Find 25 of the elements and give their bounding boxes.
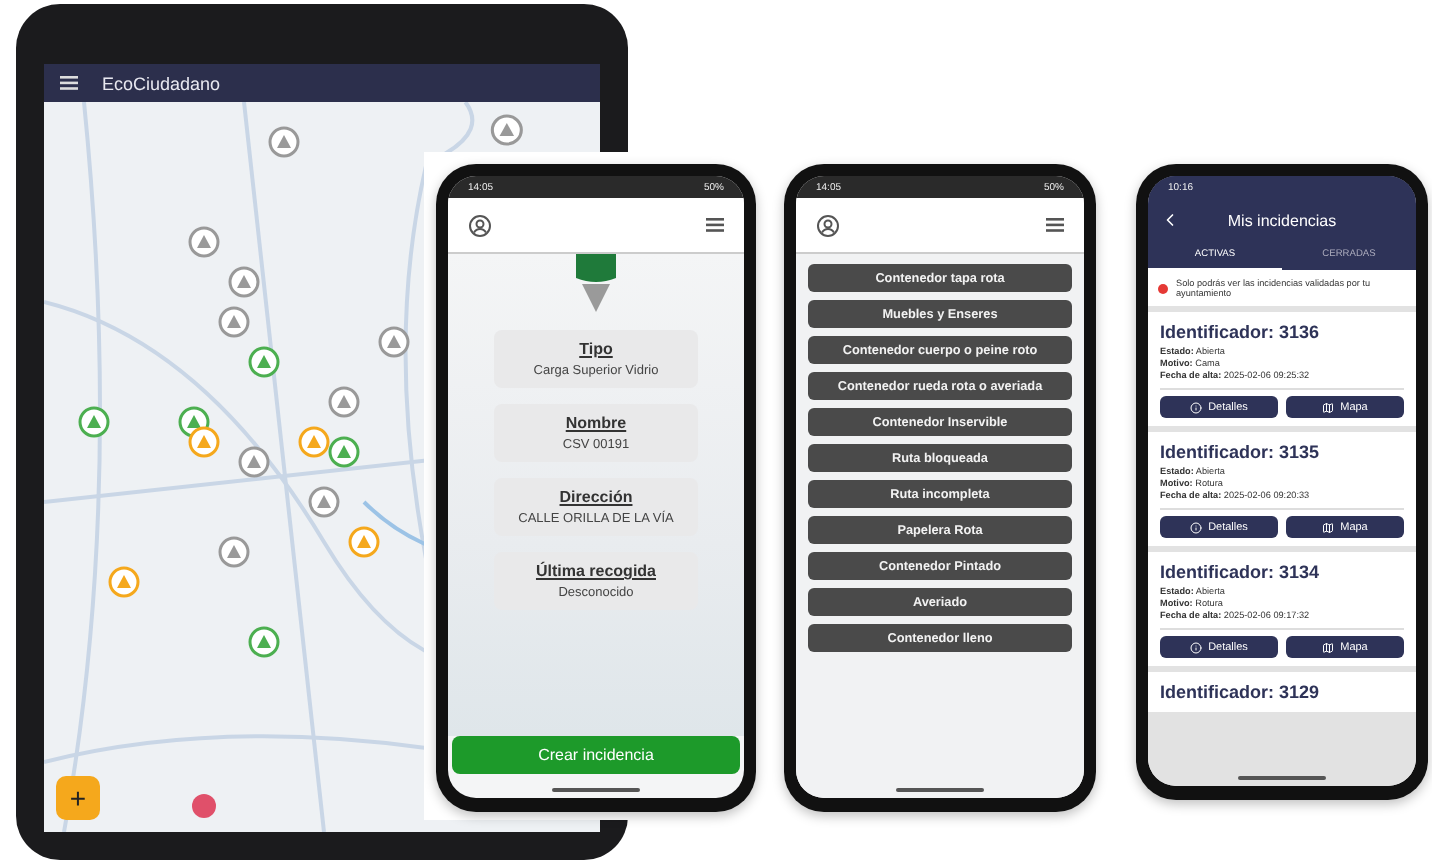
create-incident-button[interactable]: Crear incidencia: [452, 736, 740, 774]
info-icon: [1190, 521, 1203, 533]
menu-icon[interactable]: [60, 76, 78, 90]
user-icon[interactable]: [816, 213, 840, 237]
container-pin-icon: [570, 254, 622, 314]
user-icon[interactable]: [468, 213, 492, 237]
incident-id: Identificador: 3135: [1160, 442, 1322, 462]
map-icon: [1322, 521, 1335, 533]
map-icon: [1322, 641, 1335, 653]
alert-icon: [1158, 283, 1168, 293]
menu-icon[interactable]: [1046, 218, 1064, 232]
add-button[interactable]: +: [56, 776, 100, 820]
field-label: Tipo: [579, 340, 613, 358]
field-label: Nombre: [565, 414, 627, 432]
screen-title: Mis incidencias: [1225, 211, 1339, 229]
field-label: Dirección: [559, 488, 633, 506]
incident-id: Identificador: 3129: [1160, 682, 1322, 702]
app-title: EcoCiudadano: [102, 73, 221, 93]
info-icon: [1190, 401, 1203, 413]
incident-id: Identificador: 3136: [1160, 322, 1322, 342]
field-label: Última recogida: [535, 562, 656, 580]
map-icon: [1322, 401, 1335, 413]
info-icon: [1190, 641, 1203, 653]
menu-icon[interactable]: [706, 218, 724, 232]
incident-id: Identificador: 3134: [1160, 562, 1322, 582]
